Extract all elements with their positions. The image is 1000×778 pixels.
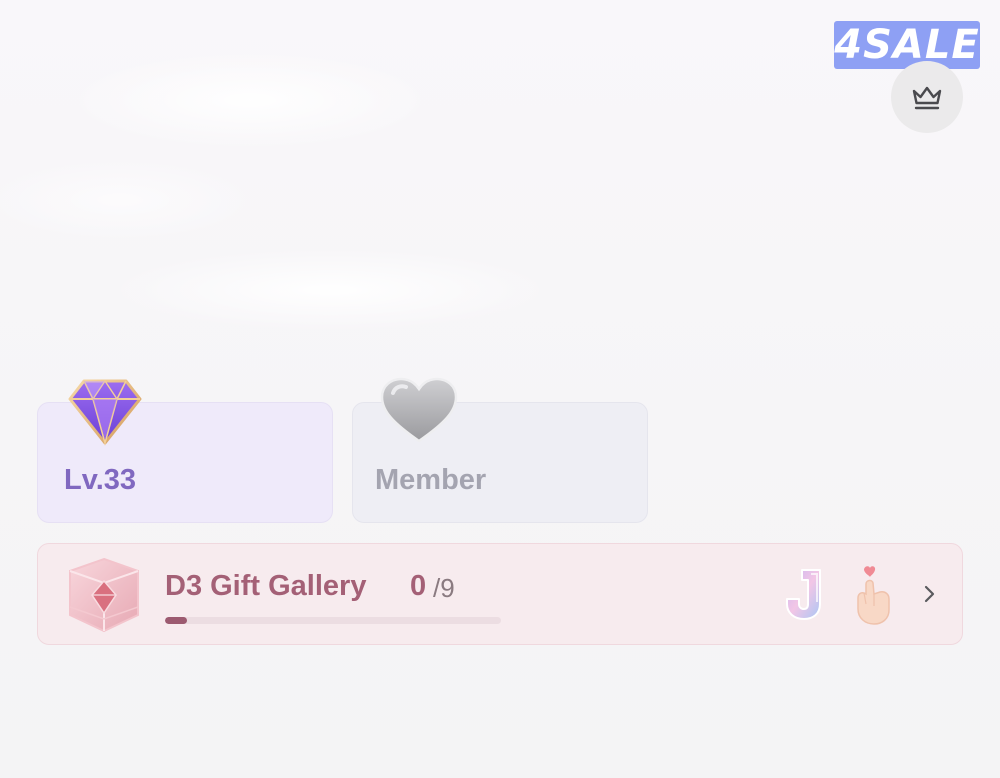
- gallery-cube-icon: [69, 557, 139, 633]
- gallery-progress-fill: [165, 617, 187, 624]
- letter-j-icon: [786, 569, 821, 620]
- level-label: Lv.33: [64, 464, 137, 496]
- diamond-icon: [68, 379, 142, 447]
- crown-button[interactable]: [891, 61, 963, 133]
- sale-watermark-text: 4SALE: [834, 22, 980, 68]
- gallery-title: D3 Gift Gallery: [165, 570, 367, 602]
- blurred-profile-area: [0, 0, 700, 350]
- crown-icon: [912, 86, 942, 110]
- heart-icon: [380, 377, 458, 443]
- chevron-right-icon: [924, 585, 935, 603]
- finger-heart-icon: [857, 566, 890, 625]
- member-label: Member: [375, 464, 487, 496]
- gallery-progress-bar: [165, 617, 501, 624]
- profile-page: 4SALE Lv.33 Member D3 Gift Gallery 0 /9: [0, 0, 1000, 778]
- gallery-total: /9: [433, 573, 455, 603]
- sale-watermark: 4SALE: [834, 21, 980, 69]
- gallery-count: 0: [410, 570, 427, 602]
- gift-gallery-card[interactable]: D3 Gift Gallery 0 /9: [37, 543, 963, 645]
